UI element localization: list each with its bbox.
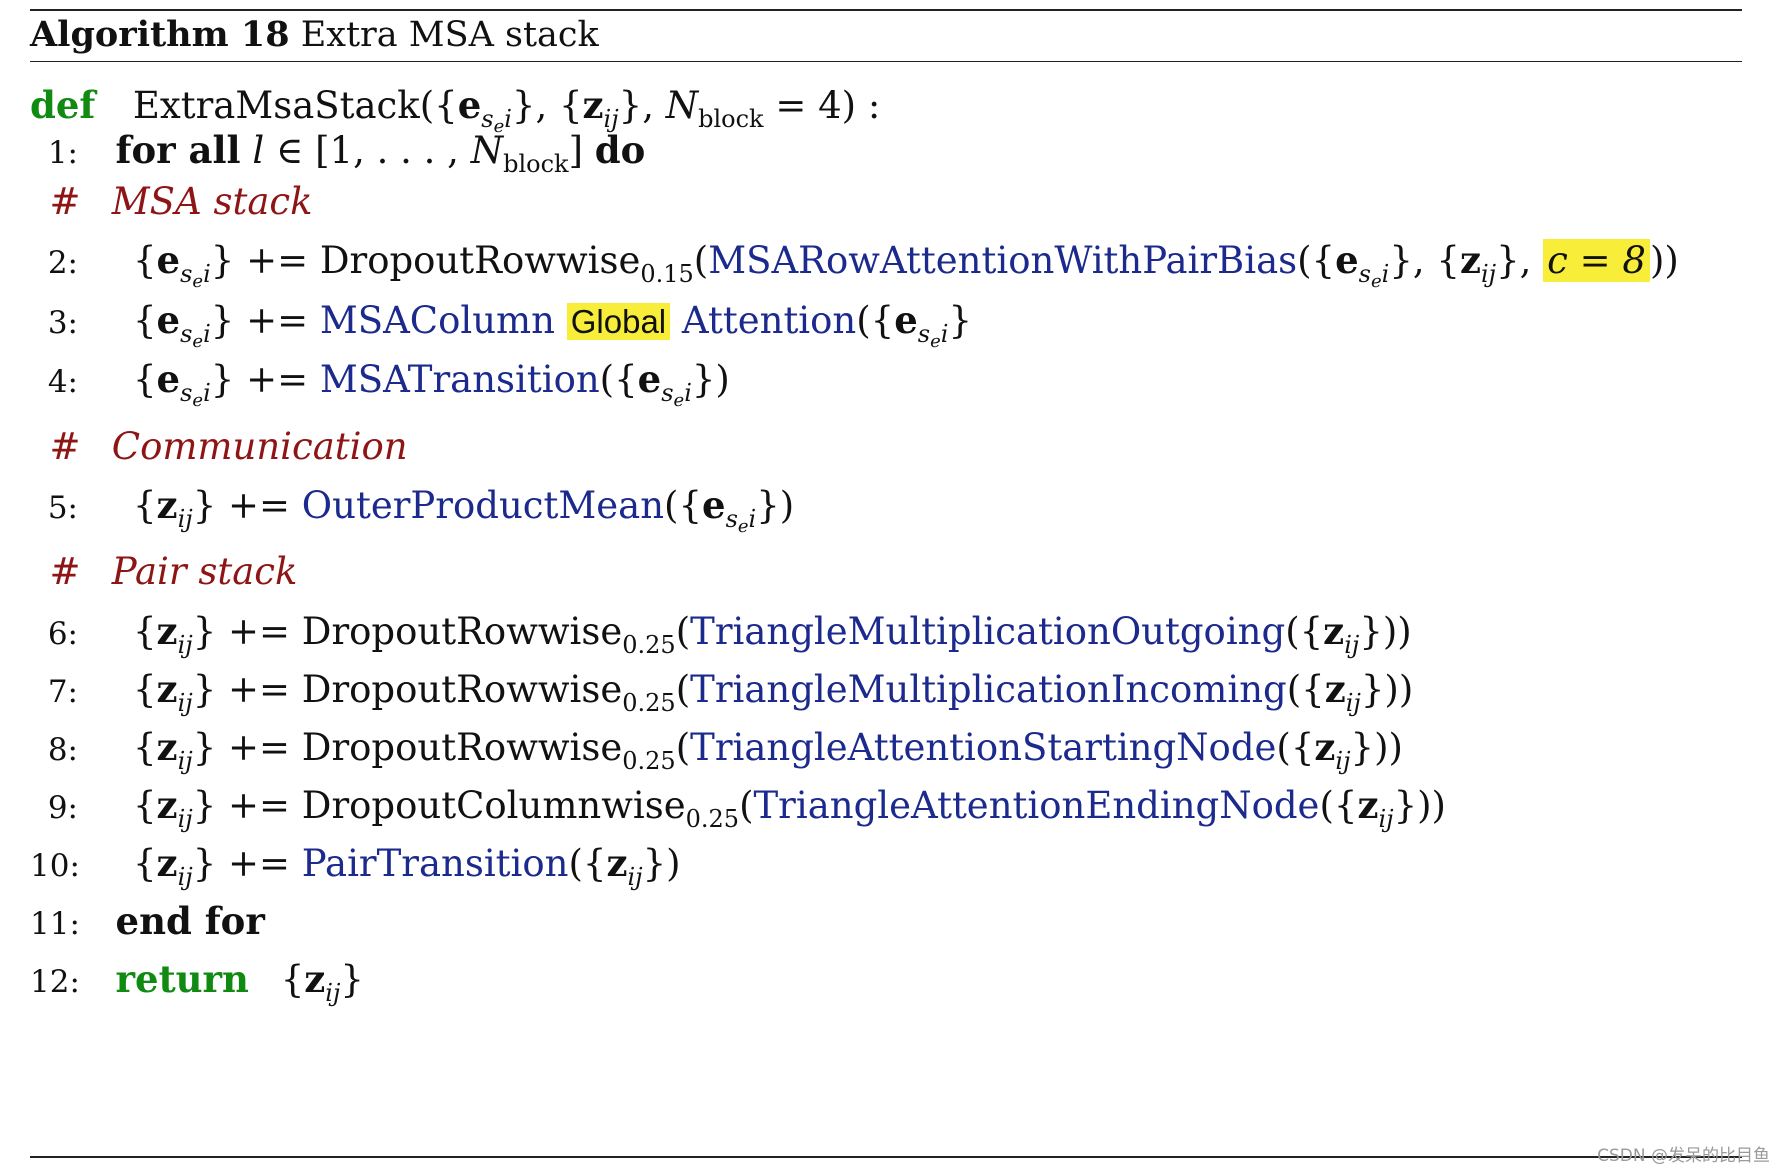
fn-outer-product-mean: OuterProductMean <box>301 484 665 527</box>
fn-msa-transition: MSATransition <box>319 358 600 401</box>
algo-line-7: 7: {zij} += DropoutRowwise0.25(TriangleMu… <box>47 667 1414 717</box>
algo-line-4: 4: {esei} += MSATransition({esei}) <box>47 357 730 411</box>
algorithm-name: Extra MSA stack <box>300 15 599 55</box>
comment-communication: # Communication <box>49 425 408 468</box>
top-rule <box>30 9 1742 11</box>
algorithm-title: Algorithm 18 Extra MSA stack <box>30 12 599 58</box>
highlight-c8: c = 8 <box>1543 239 1650 282</box>
algo-line-9: 9: {zij} += DropoutColumnwise0.25(Triangl… <box>47 783 1446 833</box>
def-keyword: def <box>30 83 96 127</box>
algorithm-label: Algorithm 18 <box>30 14 290 55</box>
algo-line-2: 2: {esei} += DropoutRowwise0.15(MSARowAtt… <box>47 238 1679 292</box>
highlight-global: Global <box>566 303 671 340</box>
comment-pair-stack: # Pair stack <box>49 550 298 593</box>
n-block-default: 4 <box>818 84 842 127</box>
algo-line-5: 5: {zij} += OuterProductMean({esei}) <box>47 483 795 537</box>
algo-line-6: 6: {zij} += DropoutRowwise0.25(TriangleMu… <box>47 609 1412 659</box>
algo-line-1: 1: for all l ∈ [1, . . . , Nblock] do <box>47 128 646 178</box>
function-name: ExtraMsaStack <box>132 84 420 127</box>
bottom-rule <box>30 1156 1742 1158</box>
algo-line-10: 10: {zij} += PairTransition({zij}) <box>30 841 681 891</box>
title-rule <box>30 61 1742 62</box>
algo-line-11: 11: end for <box>30 899 265 943</box>
watermark: CSDN @发呆的比目鱼 <box>1597 1146 1770 1166</box>
algo-line-12: 12: return {zij} <box>30 957 364 1007</box>
comment-msa-stack: # MSA stack <box>49 180 313 223</box>
fn-msa-row-attention: MSARowAttentionWithPairBias <box>708 239 1298 282</box>
algo-line-8: 8: {zij} += DropoutRowwise0.25(TriangleAt… <box>47 725 1403 775</box>
algo-line-3: 3: {esei} += MSAColumn Global Attention({… <box>47 298 972 352</box>
